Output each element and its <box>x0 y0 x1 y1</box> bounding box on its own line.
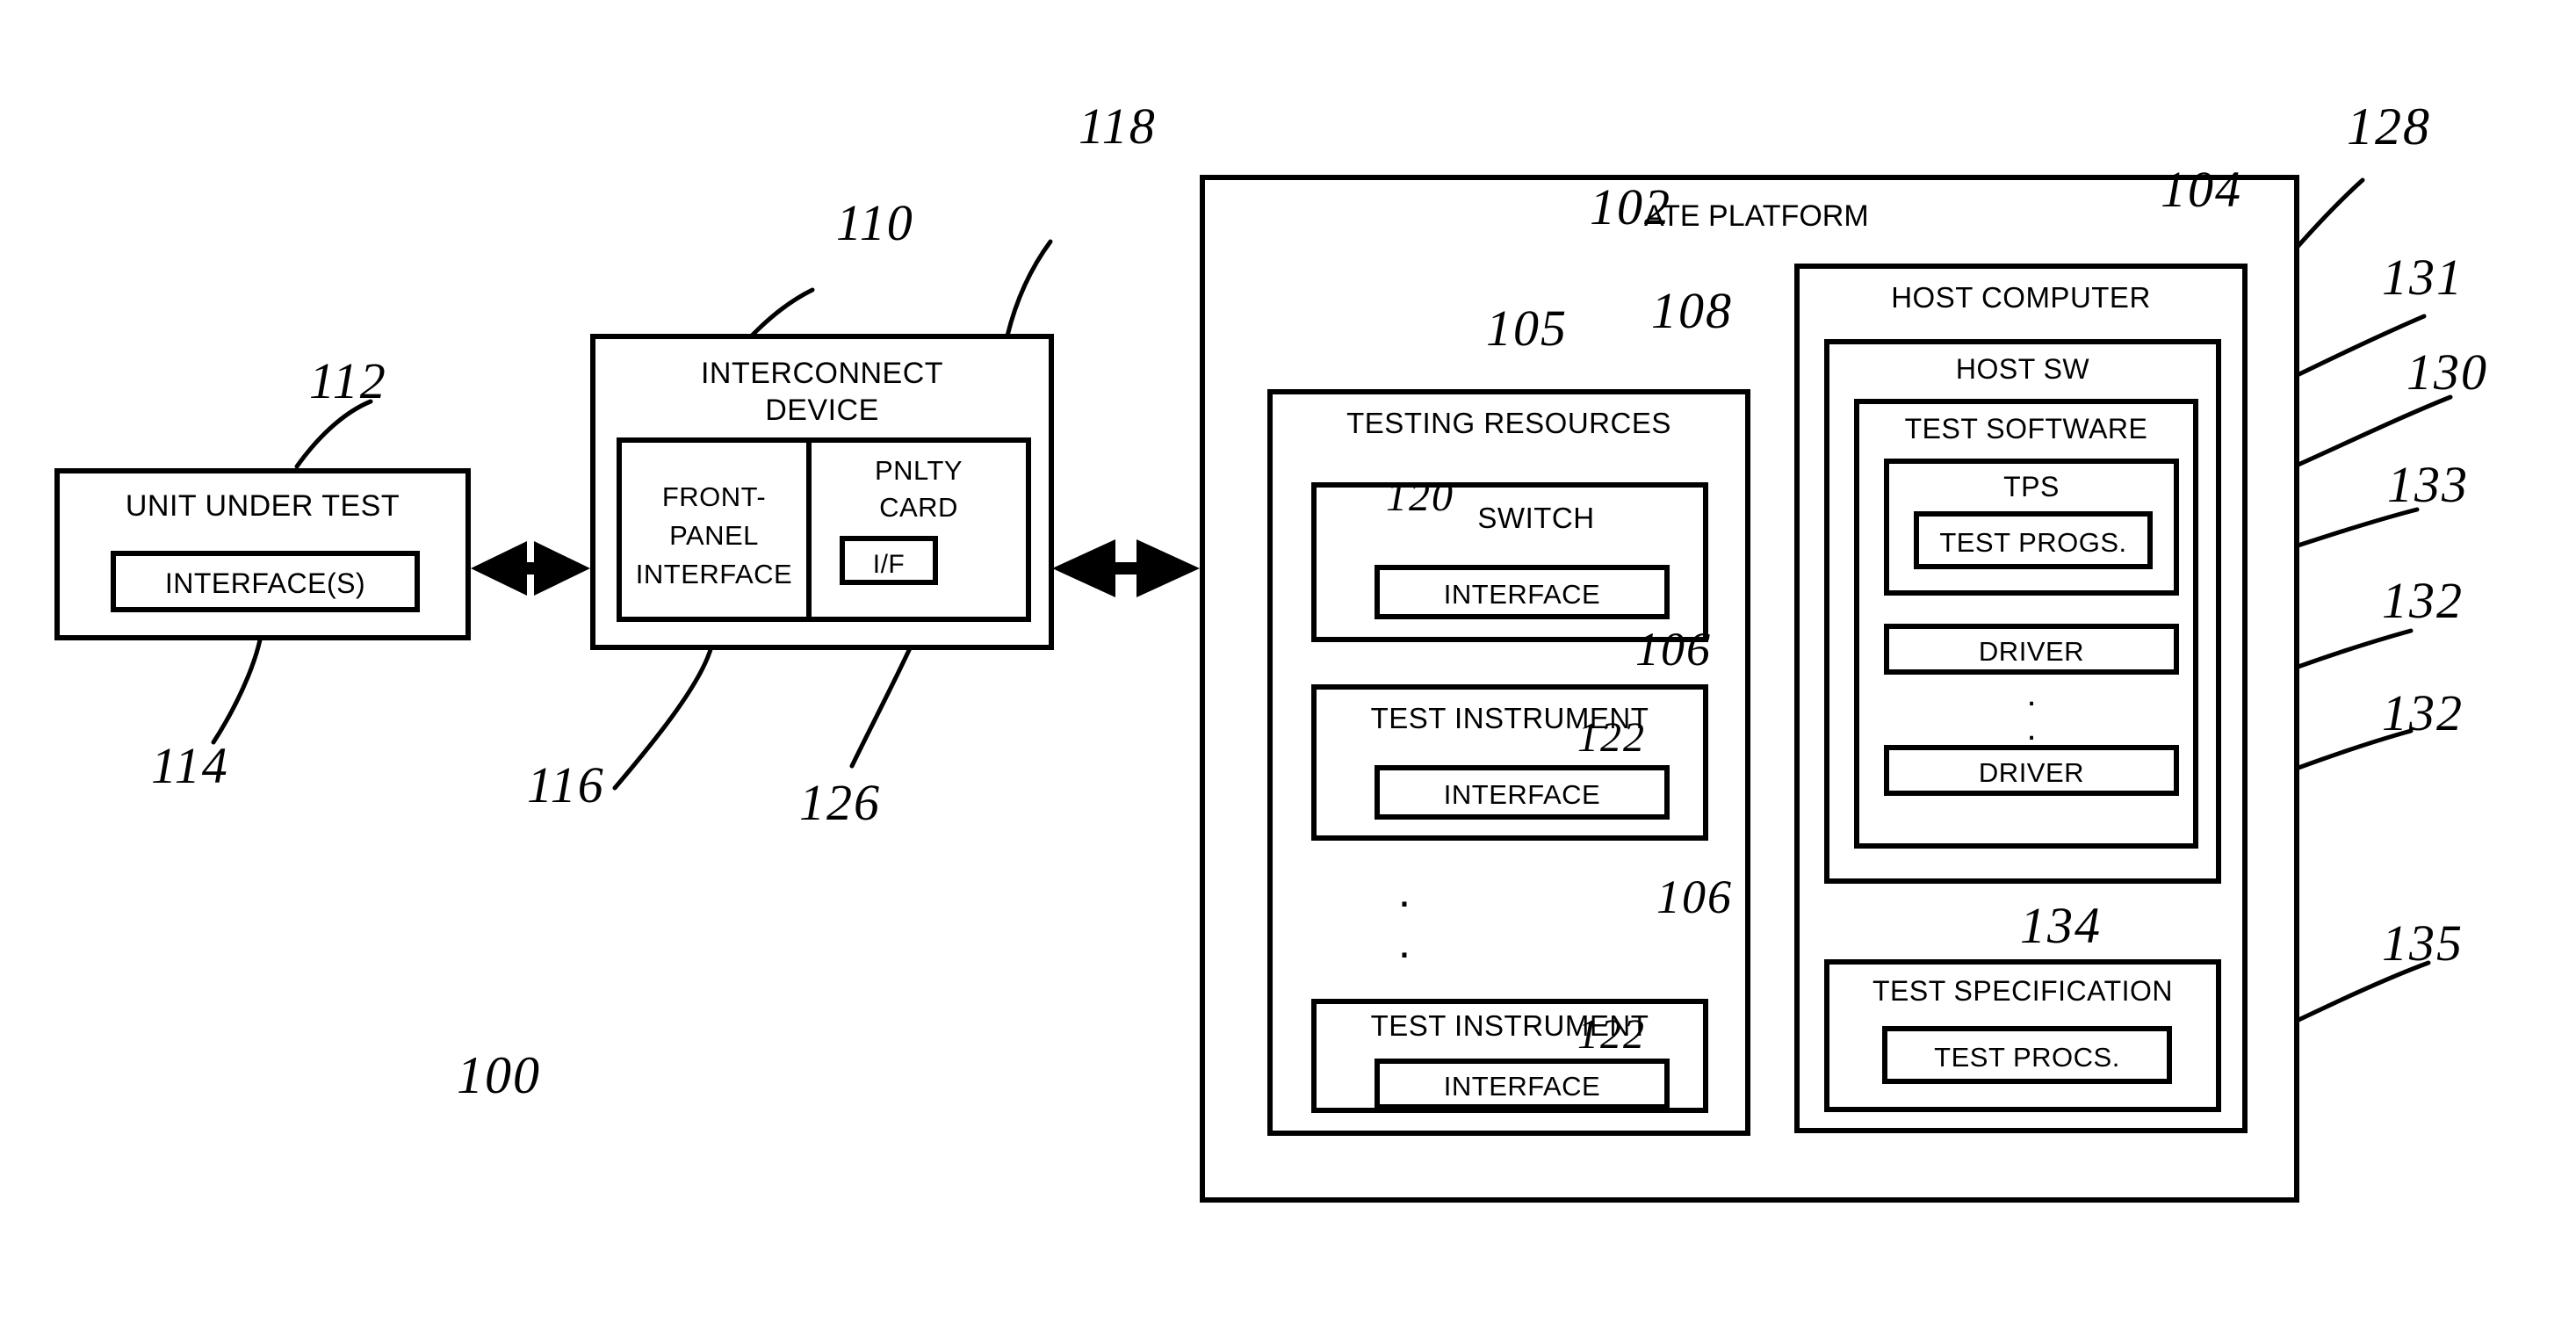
ref-100-system: 100 <box>457 1046 541 1104</box>
switch-title: SWITCH <box>1477 502 1595 534</box>
ref-132-lower: 132 <box>2382 684 2464 741</box>
test-progs-box[interactable]: TEST PROGS. <box>1914 511 2153 569</box>
testing-resources-ellipsis: . . . <box>1397 866 1411 1019</box>
ref-105: 105 <box>1486 300 1568 357</box>
ref-118: 118 <box>1079 98 1157 155</box>
testing-resources-box[interactable]: TESTING RESOURCES SWITCH INTERFACE TEST … <box>1267 389 1750 1136</box>
test-instrument-interface-box[interactable]: INTERFACE <box>1375 765 1670 820</box>
test-software-title: TEST SOFTWARE <box>1904 413 2148 444</box>
switch-interface-label: INTERFACE <box>1443 579 1601 610</box>
switch-interface-box[interactable]: INTERFACE <box>1375 565 1670 619</box>
front-panel-line1: FRONT- <box>661 481 767 512</box>
test-procs-box[interactable]: TEST PROCS. <box>1882 1026 2172 1084</box>
pnlty-card-line2: CARD <box>879 492 958 523</box>
ref-116: 116 <box>527 756 605 813</box>
test-instrument-interface-label: INTERFACE <box>1443 1071 1601 1102</box>
test-specification-box[interactable]: TEST SPECIFICATION TEST PROCS. <box>1824 959 2221 1112</box>
ref-114: 114 <box>151 737 229 794</box>
uut-interface-label: INTERFACE(S) <box>164 567 366 599</box>
ref-104: 104 <box>2161 161 2242 218</box>
ref-106-lower: 106 <box>1656 871 1733 923</box>
test-procs-label: TEST PROCS. <box>1934 1042 2120 1073</box>
driver-label: DRIVER <box>1978 636 2085 667</box>
test-specification-title: TEST SPECIFICATION <box>1872 975 2174 1007</box>
test-instrument-box[interactable]: TEST INSTRUMENT INTERFACE <box>1311 999 1708 1113</box>
test-instrument-box[interactable]: TEST INSTRUMENT INTERFACE <box>1311 684 1708 841</box>
interconnect-device-box[interactable]: INTERCONNECT DEVICE FRONT- PANEL INTERFA… <box>590 334 1054 650</box>
ate-platform-title: ATE PLATFORM <box>1644 199 1869 233</box>
interconnect-device-title-line2: DEVICE <box>765 394 879 427</box>
ref-130: 130 <box>2406 343 2488 401</box>
interconnect-inner-container: FRONT- PANEL INTERFACE PNLTY CARD I/F <box>617 437 1031 622</box>
pnlty-card-if-label: I/F <box>872 550 906 579</box>
ref-126: 126 <box>799 774 881 831</box>
driver-box[interactable]: DRIVER <box>1884 624 2179 675</box>
host-sw-box[interactable]: HOST SW TEST SOFTWARE TPS TEST PROGS. DR… <box>1824 339 2221 884</box>
testing-resources-title: TESTING RESOURCES <box>1346 407 1671 439</box>
arrow-interconnect-ate <box>1052 539 1200 597</box>
ref-120: 120 <box>1386 473 1454 520</box>
host-computer-box[interactable]: HOST COMPUTER HOST SW TEST SOFTWARE TPS … <box>1794 264 2248 1133</box>
interconnect-device-title-line1: INTERCONNECT <box>700 357 944 390</box>
leader-116 <box>612 644 714 791</box>
ref-112: 112 <box>309 352 387 409</box>
test-software-box[interactable]: TEST SOFTWARE TPS TEST PROGS. DRIVER . . <box>1854 399 2198 849</box>
drivers-ellipsis: . . <box>2026 675 2037 748</box>
pnlty-card-line1: PNLTY <box>874 455 963 486</box>
ref-133: 133 <box>2387 456 2469 513</box>
figure-sheet: UNIT UNDER TEST INTERFACE(S) 112 114 INT… <box>0 0 2576 1337</box>
host-sw-title: HOST SW <box>1955 353 2090 385</box>
driver-box[interactable]: DRIVER <box>1884 745 2179 796</box>
ref-128: 128 <box>2347 98 2431 155</box>
ref-110: 110 <box>836 194 914 251</box>
switch-box[interactable]: SWITCH INTERFACE <box>1311 482 1708 642</box>
ref-131: 131 <box>2382 249 2464 306</box>
host-computer-title: HOST COMPUTER <box>1891 281 2151 314</box>
ref-122-upper: 122 <box>1577 714 1646 761</box>
ref-134: 134 <box>2020 897 2102 954</box>
ref-122-lower: 122 <box>1577 1011 1646 1058</box>
driver-label: DRIVER <box>1978 757 2085 788</box>
pnlty-card-cell[interactable]: PNLTY CARD I/F <box>812 443 1026 617</box>
test-progs-label: TEST PROGS. <box>1939 527 2127 558</box>
tps-title: TPS <box>2003 471 2060 502</box>
pnlty-card-if-box[interactable]: I/F <box>840 536 938 585</box>
front-panel-line3: INTERFACE <box>635 559 793 589</box>
tps-box[interactable]: TPS TEST PROGS. <box>1884 459 2179 596</box>
leader-112 <box>294 399 373 469</box>
test-instrument-interface-box[interactable]: INTERFACE <box>1375 1059 1670 1109</box>
unit-under-test-box[interactable]: UNIT UNDER TEST INTERFACE(S) <box>54 468 471 640</box>
arrow-uut-interconnect <box>471 541 590 596</box>
ref-108: 108 <box>1651 282 1733 339</box>
unit-under-test-title: UNIT UNDER TEST <box>125 489 400 523</box>
front-panel-interface-cell[interactable]: FRONT- PANEL INTERFACE <box>622 443 812 617</box>
test-instrument-interface-label: INTERFACE <box>1443 779 1601 810</box>
ref-135: 135 <box>2382 914 2464 972</box>
uut-interface-box[interactable]: INTERFACE(S) <box>111 551 420 612</box>
front-panel-line2: PANEL <box>669 520 759 551</box>
ref-132-upper: 132 <box>2382 572 2464 629</box>
ref-102: 102 <box>1590 178 1671 235</box>
ref-106-upper: 106 <box>1635 623 1712 676</box>
